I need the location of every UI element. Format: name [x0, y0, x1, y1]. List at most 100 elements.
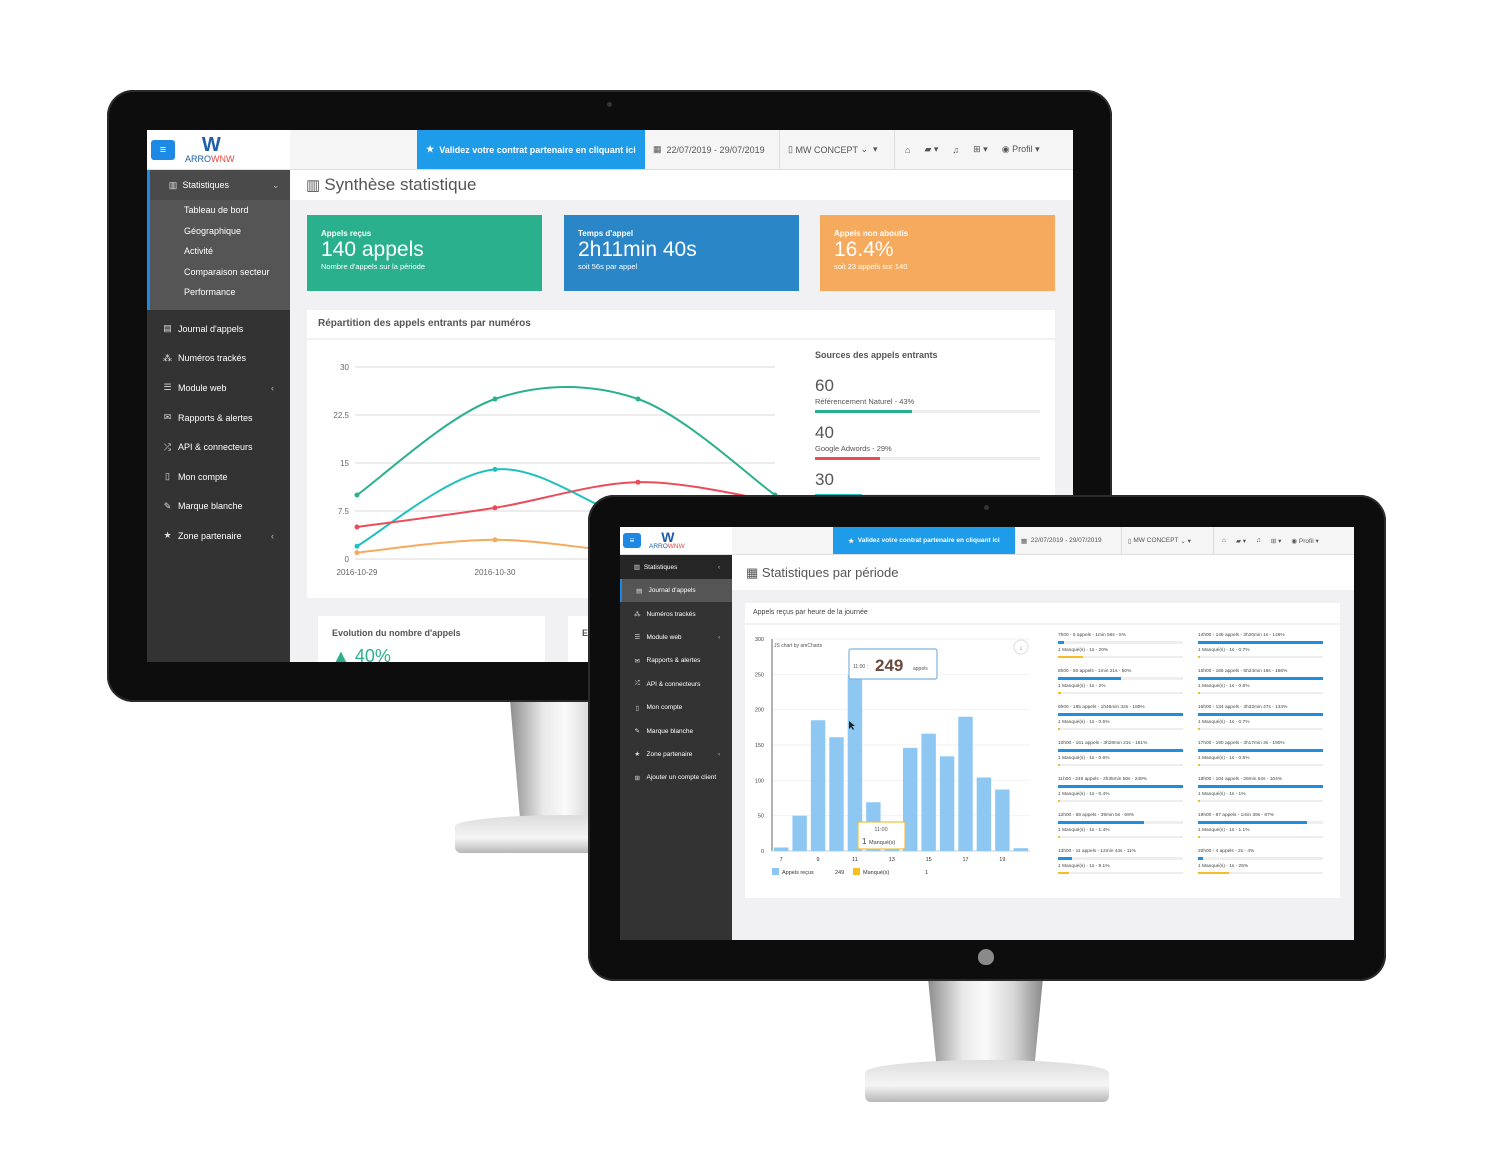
- sidebar-item[interactable]: ⁂ Numéros trackés: [147, 344, 290, 374]
- y-tick-label: 0: [345, 555, 350, 564]
- bar[interactable]: [939, 756, 955, 851]
- bar[interactable]: [1013, 848, 1028, 851]
- bar-chart: 300 250 200 150 100 50 0 JS chart by amCharts ↓ 7…: [755, 637, 1030, 876]
- sidebar-item-label: Journal d'appels: [648, 587, 696, 595]
- bar[interactable]: [774, 847, 789, 851]
- tooltip-value: 1: [862, 837, 867, 846]
- sidebar-subitem[interactable]: Géographique: [150, 221, 290, 242]
- source-progress-bar: [815, 457, 1040, 460]
- sidebar-item-label: Marque blanche: [178, 501, 243, 512]
- date-range-picker[interactable]: ▦ 22/07/2019 - 29/07/2019: [1015, 527, 1122, 554]
- sidebar-item[interactable]: ✎ Marque blanche: [620, 719, 732, 742]
- missed-progress-fill: [1198, 763, 1200, 766]
- hour-stat-item: 16h00 - 134 appels - 3h32min 47s - 134% 1…: [1198, 705, 1323, 730]
- sidebar-item[interactable]: ▤ Journal d'appels: [620, 579, 732, 603]
- bar[interactable]: [995, 789, 1010, 851]
- partner-contract-banner[interactable]: ★ Validez votre contrat partenaire en cl…: [833, 527, 1015, 554]
- calls-progress-fill: [1058, 713, 1183, 716]
- sidebar-subitem[interactable]: Activité: [150, 241, 290, 262]
- bell-icon[interactable]: ♫: [952, 145, 959, 155]
- panel-title: Répartition des appels entrants par numé…: [307, 310, 1055, 340]
- hour-stat-line: 17h00 - 190 appels - 3h17min 3s - 190%: [1198, 741, 1285, 746]
- menu-button[interactable]: ≡: [151, 139, 175, 160]
- stats-section: ▥ Statistiques ⌄ Tableau de bord Géographi…: [147, 170, 290, 310]
- source-item: 60 Référencement Naturel - 43%: [815, 376, 1040, 413]
- missed-tooltip: 11:00 1 Manqué(s): [857, 821, 906, 850]
- x-tick-label: 2016-10-30: [475, 568, 516, 577]
- profile-menu[interactable]: ◉ Profil ▾: [1002, 144, 1040, 155]
- calls-progress-fill: [1198, 641, 1323, 644]
- sidebar-item-label: Rapports & alertes: [178, 412, 253, 423]
- sidebar-item[interactable]: ★ Zone partenaire ‹: [147, 521, 290, 551]
- calls-progress-bar: [1058, 749, 1183, 752]
- bar[interactable]: [976, 777, 992, 851]
- chevron-left-icon: ‹: [718, 633, 721, 641]
- stat-card: Appels reçus 140 appels Nombre d'appels su…: [307, 215, 542, 291]
- sidebar-item[interactable]: ▯ Mon compte: [147, 462, 290, 492]
- sidebar-subitem[interactable]: Performance: [150, 282, 290, 303]
- bar[interactable]: [829, 737, 844, 851]
- tooltip-unit: appels: [913, 666, 928, 672]
- top-header: ≡ W ARROWNW ★ Validez votre contrat part…: [147, 130, 1073, 170]
- account-selector[interactable]: ▯ MW CONCEPT ⌄ ▾: [780, 130, 895, 169]
- calls-progress-bar: [1198, 785, 1323, 788]
- bell-icon[interactable]: ♫: [1256, 537, 1261, 544]
- hour-stat-line: 10h00 - 161 appels - 3h28min 21s - 161%: [1058, 741, 1148, 746]
- date-range-picker[interactable]: ▦ 22/07/2019 - 29/07/2019: [645, 130, 780, 169]
- sidebar-item-label: Ajouter un compte client: [646, 774, 717, 782]
- calls-progress-fill: [1198, 821, 1307, 824]
- sidebar-item[interactable]: ⤮ API & connecteurs: [147, 432, 290, 462]
- legend-swatch[interactable]: [853, 868, 860, 875]
- sidebar-item[interactable]: ★ Zone partenaire ‹: [620, 743, 732, 766]
- partner-contract-banner[interactable]: ★ Validez votre contrat partenaire en cl…: [417, 130, 645, 169]
- chevron-down-icon: ⌄ ▾: [857, 144, 878, 154]
- y-tick-label: 150: [755, 743, 764, 749]
- source-progress-bar: [815, 410, 1040, 413]
- bar[interactable]: [921, 733, 936, 851]
- menu-button[interactable]: ≡: [623, 533, 641, 548]
- account-selector[interactable]: ▯ MW CONCEPT ⌄ ▾: [1122, 527, 1214, 554]
- hour-stat-item: 8h00 - 50 appels - 1min 21s - 50% 1 Manqu…: [1058, 669, 1183, 694]
- book-icon[interactable]: ▰ ▾: [1236, 537, 1246, 545]
- sidebar-item[interactable]: ☰ Module web ‹: [620, 626, 732, 649]
- sidebar-item[interactable]: ⊞ Ajouter un compte client: [620, 766, 732, 789]
- y-tick-label: 300: [755, 637, 764, 643]
- sidebar-item[interactable]: ✎ Marque blanche: [147, 492, 290, 522]
- stat-card-subtitle: soit 56s par appel: [578, 262, 638, 271]
- bar[interactable]: [810, 720, 826, 851]
- source-value: 40: [815, 423, 834, 442]
- hour-stat-item: 13h00 - 11 appels - 12min 44s - 11% 1 Man…: [1058, 849, 1183, 874]
- missed-stat-line: 1 Manqué(s) - 1s - 1%: [1198, 791, 1246, 797]
- sidebar-item[interactable]: ⁂ Numéros trackés: [620, 602, 732, 625]
- hour-stat-line: 18h00 - 104 appels - 29min 54s - 104%: [1198, 777, 1282, 782]
- sidebar-item[interactable]: ☰ Module web ‹: [147, 373, 290, 403]
- profile-menu[interactable]: ◉ Profil ▾: [1291, 537, 1318, 545]
- book-icon[interactable]: ▰ ▾: [924, 144, 938, 155]
- legend-label[interactable]: Appels reçus: [782, 870, 814, 876]
- plus-box-icon[interactable]: ⊞ ▾: [973, 144, 988, 155]
- sidebar-item-icon: ▯: [165, 471, 170, 482]
- sidebar-item[interactable]: ✉ Rapports & alertes: [620, 649, 732, 672]
- sidebar-item[interactable]: ✉ Rapports & alertes: [147, 403, 290, 433]
- sidebar-item-icon: ✉: [163, 412, 172, 423]
- home-icon[interactable]: ⌂: [905, 145, 910, 155]
- bar[interactable]: [958, 716, 973, 851]
- sidebar-item[interactable]: ⤮ API & connecteurs: [620, 673, 732, 696]
- home-icon[interactable]: ⌂: [1222, 537, 1226, 544]
- legend-label[interactable]: Manqué(s): [863, 870, 889, 876]
- data-point: [635, 396, 641, 402]
- sidebar-item-label: Numéros trackés: [178, 353, 247, 364]
- sidebar-item-statistiques[interactable]: ▥ Statistiques ⌄: [150, 170, 290, 200]
- bar[interactable]: [792, 815, 807, 851]
- sidebar-subitem[interactable]: Comparaison secteur: [150, 262, 290, 283]
- legend-swatch[interactable]: [772, 868, 779, 875]
- sidebar-item-label: Zone partenaire: [646, 750, 693, 758]
- missed-stat-line: 1 Manqué(s) - 1s - 1.4%: [1058, 827, 1110, 833]
- hour-stat-line: 16h00 - 134 appels - 3h32min 47s - 134%: [1198, 705, 1288, 710]
- sidebar-subitem[interactable]: Tableau de bord: [150, 200, 290, 221]
- sidebar-item-statistiques[interactable]: ▥ Statistiques ‹: [620, 555, 732, 579]
- calls-progress-fill: [1058, 821, 1145, 824]
- plus-box-icon[interactable]: ⊞ ▾: [1271, 537, 1282, 545]
- sidebar-item[interactable]: ▤ Journal d'appels: [147, 314, 290, 344]
- sidebar-item[interactable]: ▯ Mon compte: [620, 696, 732, 719]
